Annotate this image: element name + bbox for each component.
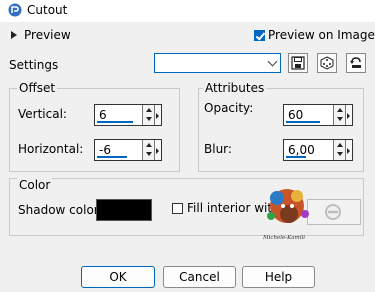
up-arrow-icon[interactable] xyxy=(337,143,343,147)
vertical-label: Vertical: xyxy=(18,107,67,121)
vertical-slider-bar[interactable] xyxy=(97,121,133,123)
dice-icon xyxy=(320,56,334,70)
reset-icon xyxy=(350,57,361,68)
randomize-button[interactable] xyxy=(317,53,337,73)
app-icon xyxy=(8,3,22,17)
chevron-down-icon xyxy=(267,56,278,67)
expand-arrow-icon[interactable] xyxy=(11,31,17,39)
watermark-logo: Michele-Kamili xyxy=(262,189,309,241)
color-legend: Color xyxy=(17,178,53,192)
up-arrow-icon[interactable] xyxy=(146,108,152,112)
save-icon xyxy=(291,56,305,70)
down-arrow-icon[interactable] xyxy=(146,152,152,156)
settings-dropdown[interactable] xyxy=(154,53,281,73)
save-preset-button[interactable] xyxy=(288,53,308,73)
opacity-value: 60 xyxy=(288,108,304,122)
blur-value: 6,00 xyxy=(288,143,315,157)
no-sign-icon xyxy=(325,204,341,220)
preview-toggle[interactable]: Preview xyxy=(24,28,71,42)
opacity-spinbox[interactable]: 60 xyxy=(283,104,353,126)
preview-on-image-checkbox[interactable] xyxy=(254,30,265,41)
vertical-value: 6 xyxy=(99,108,107,122)
opacity-label: Opacity: xyxy=(204,101,254,115)
up-arrow-icon[interactable] xyxy=(337,108,343,112)
preview-on-image-label[interactable]: Preview on Image xyxy=(268,28,375,42)
shadow-color-label: Shadow color: xyxy=(18,203,103,217)
vertical-spinbox[interactable]: 6 xyxy=(94,104,162,126)
ok-button[interactable]: OK xyxy=(81,266,155,288)
horizontal-slider-popup[interactable] xyxy=(154,140,161,160)
attributes-legend: Attributes xyxy=(203,81,267,95)
down-arrow-icon[interactable] xyxy=(146,117,152,121)
shadow-color-swatch[interactable] xyxy=(96,199,152,221)
settings-label: Settings xyxy=(9,58,59,72)
cancel-button[interactable]: Cancel xyxy=(163,266,236,288)
horizontal-value: -6 xyxy=(99,143,111,157)
watermark-text: Michele-Kamili xyxy=(262,235,305,241)
opacity-slider-bar[interactable] xyxy=(286,121,320,123)
blur-label: Blur: xyxy=(204,142,232,156)
window-title: Cutout xyxy=(27,3,68,17)
fill-interior-checkbox[interactable] xyxy=(172,203,183,214)
horizontal-spinbox[interactable]: -6 xyxy=(94,139,162,161)
down-arrow-icon[interactable] xyxy=(337,117,343,121)
opacity-slider-popup[interactable] xyxy=(345,105,352,125)
reset-defaults-button[interactable] xyxy=(346,53,366,73)
blur-spinbox[interactable]: 6,00 xyxy=(283,139,353,161)
up-arrow-icon[interactable] xyxy=(146,143,152,147)
vertical-slider-popup[interactable] xyxy=(154,105,161,125)
offset-legend: Offset xyxy=(17,81,58,95)
down-arrow-icon[interactable] xyxy=(337,152,343,156)
horizontal-slider-bar[interactable] xyxy=(97,156,127,158)
horizontal-label: Horizontal: xyxy=(18,142,84,156)
help-button[interactable]: Help xyxy=(242,266,315,288)
blur-slider-popup[interactable] xyxy=(345,140,352,160)
blur-slider-bar[interactable] xyxy=(286,156,306,158)
